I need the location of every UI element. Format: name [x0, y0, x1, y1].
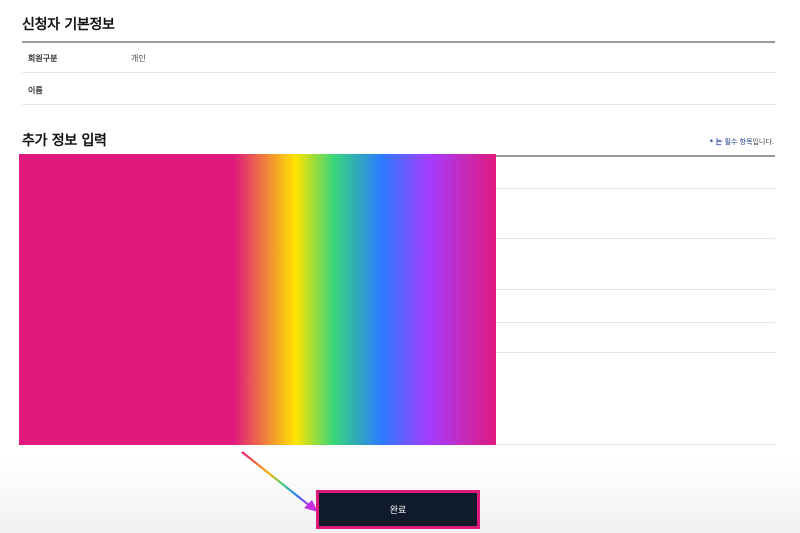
vehicle-type-label-text: 차량종류 [30, 168, 60, 177]
extra-info-divider [22, 155, 775, 157]
member-type-value: 개인 [131, 54, 146, 63]
row-divider [22, 104, 775, 105]
required-note-suffix: 입니다. [752, 138, 774, 146]
issue-reason-select-value: 선택 [133, 301, 148, 311]
submit-button[interactable]: 완료 [319, 493, 477, 526]
chevron-down-icon: ▼ [305, 168, 311, 176]
member-type-label: 회원구분 [28, 54, 58, 63]
vehicle-number-note: * 임시번호로 회원카드 발급 및 충전이 불가합니다. [122, 275, 270, 283]
required-star: * [62, 208, 67, 217]
issue-method-label-text: 발급방법 [30, 334, 60, 343]
arrow-icon [241, 451, 318, 512]
vehicle-type-select-value: 선택 [133, 167, 148, 177]
submit-button-frame: 완료 [316, 490, 480, 529]
row-divider [22, 352, 775, 353]
required-star: * [62, 260, 67, 269]
required-star: * [62, 168, 67, 177]
required-star: * [76, 302, 82, 311]
row-divider [22, 289, 775, 290]
issue-reason-select[interactable]: 선택 ▼ [122, 294, 322, 318]
vehicle-number-label: 차량번호 * [30, 259, 66, 270]
shipping-label: 배송지 정보 * [30, 395, 77, 406]
row-divider [22, 238, 775, 239]
basic-info-divider [22, 41, 775, 43]
postcode-search-button[interactable]: 우편번호찾기 [268, 356, 334, 382]
address-detail-input[interactable] [122, 415, 422, 443]
shipping-label-text: 배송지 정보 [30, 396, 70, 405]
vehicle-model-label-text: 차량모델 [30, 208, 60, 217]
row-divider [22, 322, 775, 323]
chevron-down-icon: ▼ [305, 302, 311, 310]
issue-method-value: 등기배송 [122, 334, 152, 343]
name-label: 이름 [28, 86, 43, 95]
vehicle-model-note: * 공공급속충전인프라 회원인증용으로, 급속충전이 가능한 환경부 보급대상 … [122, 225, 442, 233]
watermark: goowoon.com [338, 256, 479, 276]
vehicle-model-label: 차량모델 * [30, 207, 66, 218]
row-divider [22, 72, 775, 73]
basic-info-title: 신청자 기본정보 [22, 17, 115, 33]
issue-reason-label-text: 발급요청사유 [30, 302, 75, 311]
required-note-star: * 는 [709, 138, 725, 146]
row-divider [22, 188, 775, 189]
required-note: * 는 필수 항목입니다. [709, 137, 774, 147]
address-input[interactable] [122, 386, 422, 412]
required-star: * [62, 334, 67, 343]
vehicle-model-select[interactable]: 선택 ▼ [122, 193, 322, 217]
issue-reason-label: 발급요청사유 * [30, 301, 81, 312]
required-star: * [72, 396, 77, 405]
issue-method-label: 발급방법 * [30, 333, 66, 344]
vehicle-model-select-value: 선택 [133, 200, 148, 210]
required-note-emphasis: 필수 항목 [724, 138, 753, 146]
postcode-input[interactable] [122, 356, 262, 381]
vehicle-type-label: 차량종류 * [30, 167, 66, 178]
vehicle-number-input[interactable] [122, 243, 322, 268]
extra-info-title: 추가 정보 입력 [22, 133, 107, 149]
vehicle-type-select[interactable]: 선택 ▼ [122, 160, 322, 184]
chevron-down-icon: ▼ [305, 201, 311, 209]
vehicle-number-label-text: 차량번호 [30, 260, 60, 269]
row-divider [22, 444, 775, 445]
